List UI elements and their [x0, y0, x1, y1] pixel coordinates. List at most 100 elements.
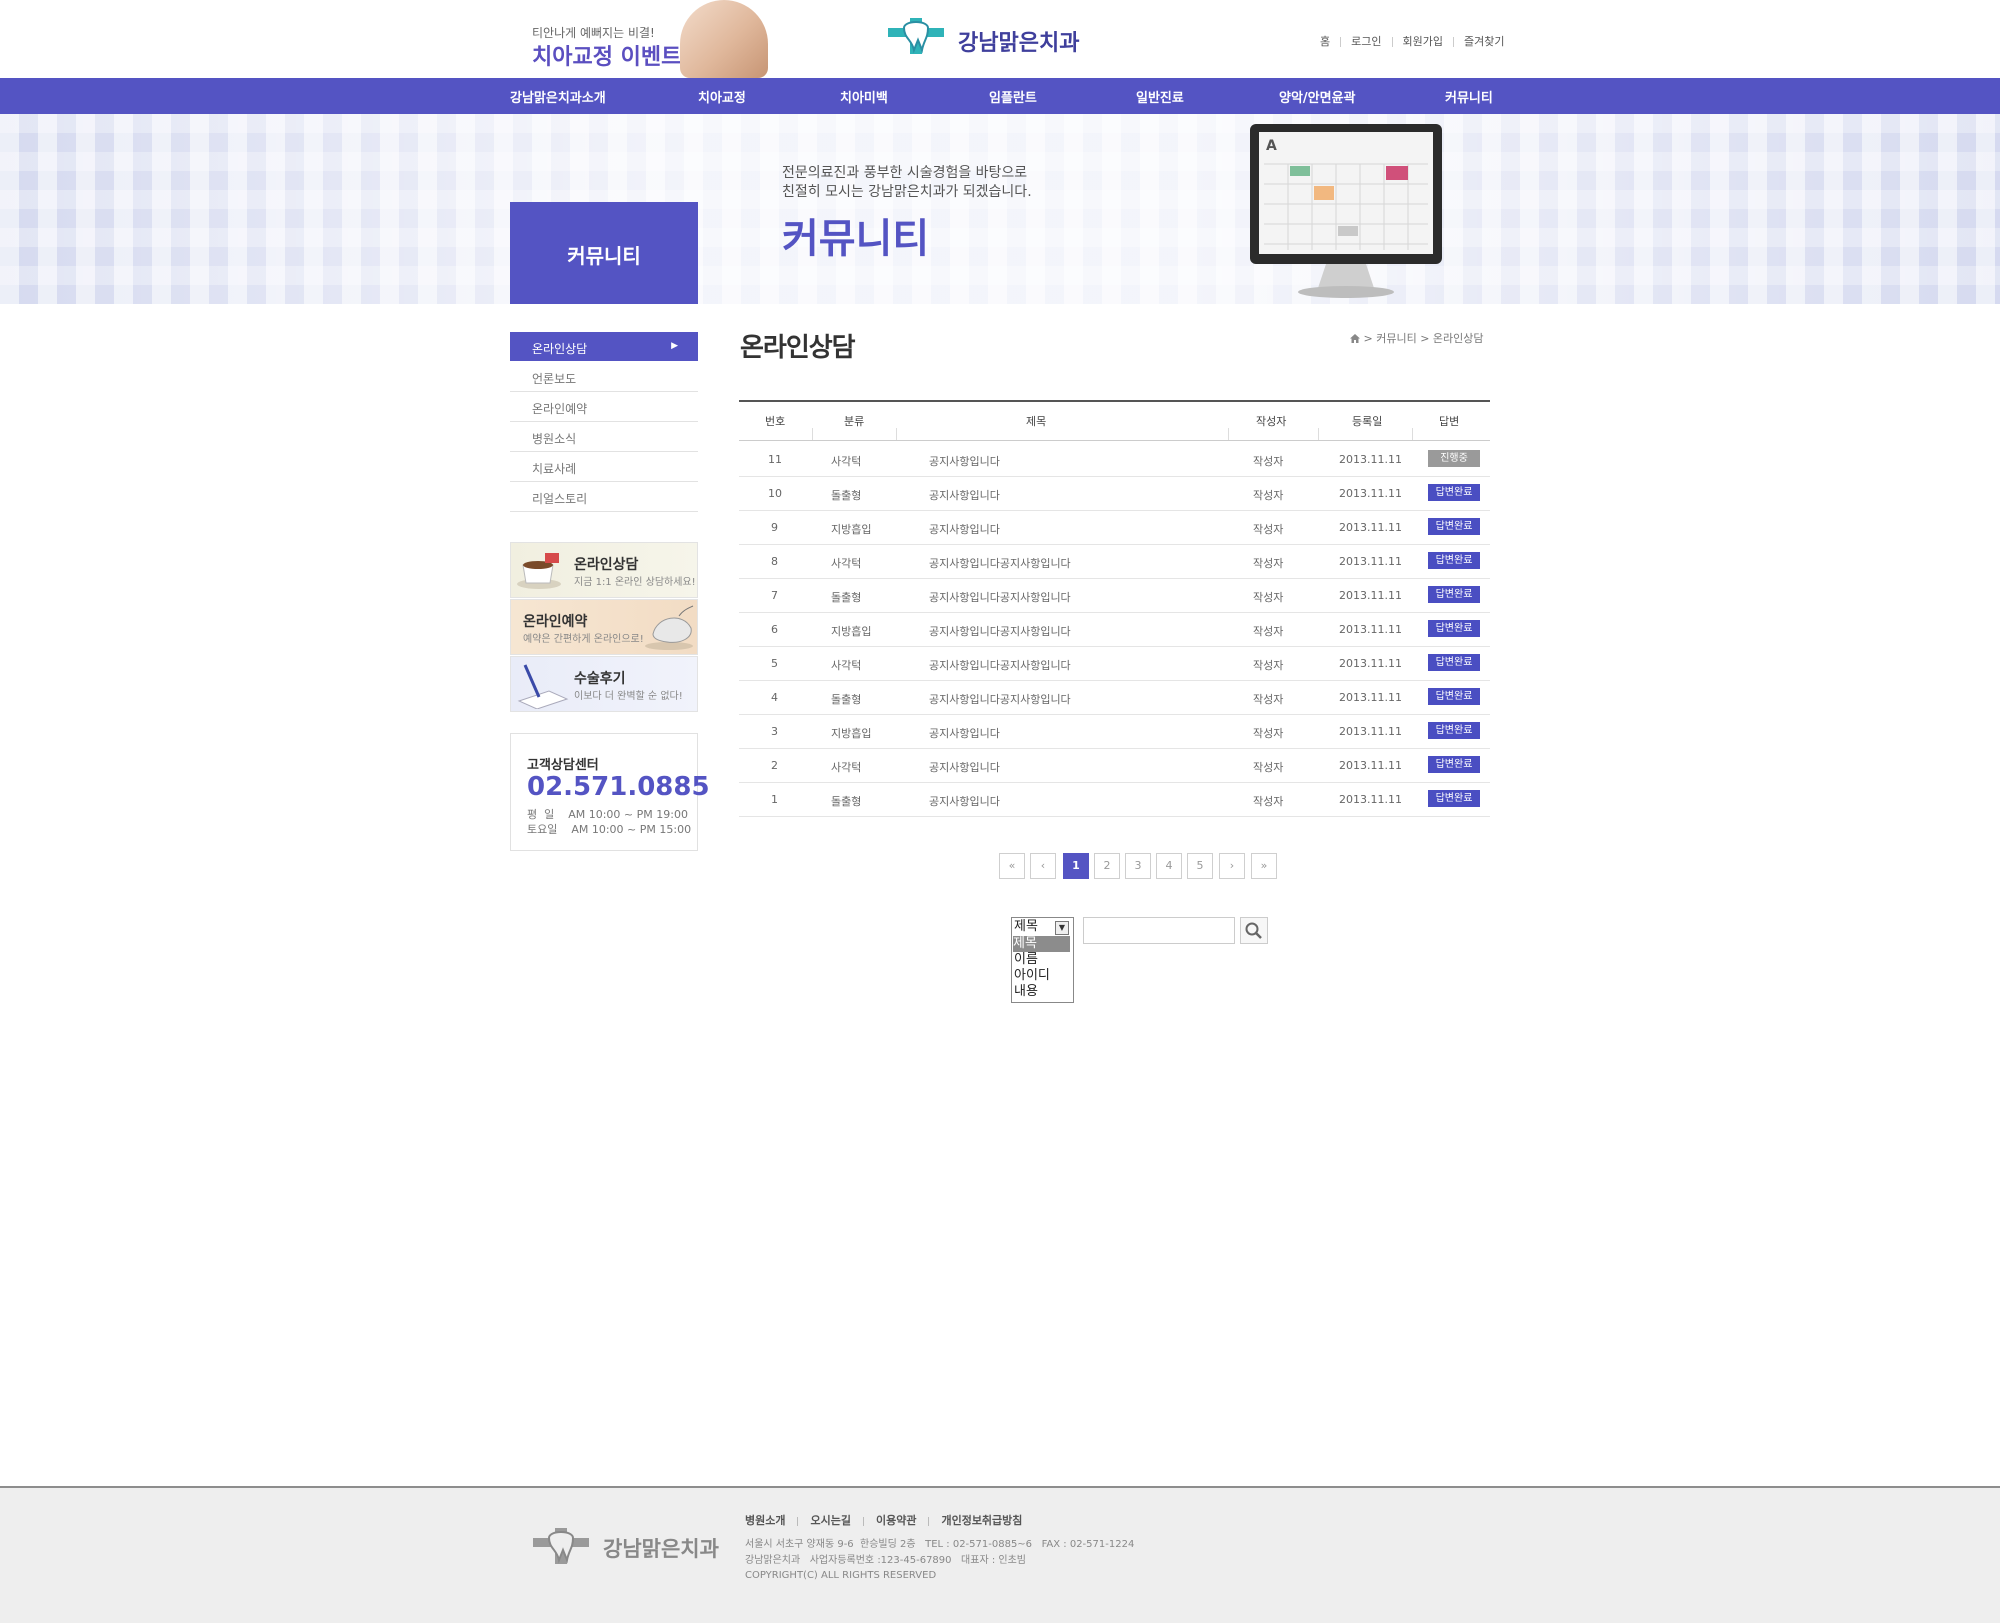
cell-title[interactable]: 공지사항입니다 [929, 725, 1000, 741]
cell-writer: 작성자 [1253, 455, 1284, 468]
util-join-link[interactable]: 회원가입 [1403, 35, 1443, 48]
search-option-content[interactable]: 내용 [1014, 984, 1038, 1000]
cell-title[interactable]: 공지사항입니다 [929, 453, 1000, 469]
page-button-3[interactable]: 3 [1125, 853, 1151, 879]
breadcrumb-path[interactable]: > 커뮤니티 > 온라인상담 [1364, 332, 1484, 345]
cell-category: 지방흡입 [831, 625, 872, 638]
table-row[interactable]: 2 사각턱 공지사항입니다 작성자 2013.11.11 답변완료 [739, 748, 1490, 783]
footer-link-terms[interactable]: 이용약관 [876, 1514, 916, 1527]
gnb-item-community[interactable]: 커뮤니티 [1445, 87, 1493, 106]
cell-category: 사각턱 [831, 761, 862, 774]
section-label: 커뮤니티 [567, 244, 641, 268]
table-row[interactable]: 10 돌출형 공지사항입니다 작성자 2013.11.11 답변완료 [739, 476, 1490, 511]
util-home-link[interactable]: 홈 [1320, 35, 1330, 48]
cell-writer: 작성자 [1253, 625, 1284, 638]
cell-title[interactable]: 공지사항입니다 [929, 759, 1000, 775]
search-option-id[interactable]: 아이디 [1014, 968, 1050, 984]
header-bottom-border [739, 440, 1490, 441]
cell-title[interactable]: 공지사항입니다 [929, 487, 1000, 503]
table-row[interactable]: 4 돌출형 공지사항입니다공지사항입니다 작성자 2013.11.11 답변완료 [739, 680, 1490, 715]
svg-text:A: A [1266, 138, 1277, 154]
promo-banner[interactable]: 티안나게 예뻐지는 비결! 치아교정 이벤트 [532, 0, 768, 78]
gnb-item-implant[interactable]: 임플란트 [989, 87, 1037, 106]
quick-banner-online-reservation[interactable]: 온라인예약 예약은 간편하게 온라인으로! [510, 599, 698, 655]
page-button-5[interactable]: 5 [1187, 853, 1213, 879]
answer-status-badge: 답변완료 [1428, 654, 1480, 671]
customer-center-title: 고객상담센터 [527, 758, 599, 773]
gnb-item-intro[interactable]: 강남맑은치과소개 [510, 87, 606, 106]
cell-title[interactable]: 공지사항입니다공지사항입니다 [929, 657, 1071, 673]
page-button-1[interactable]: 1 [1063, 853, 1089, 879]
coffee-cup-icon [517, 553, 561, 589]
search-option-title[interactable]: 제목 [1013, 936, 1070, 952]
gnb-item-jaw-surgery[interactable]: 양악/안면윤곽 [1279, 87, 1356, 106]
site-logo[interactable]: 강남맑은치과 [880, 14, 1080, 58]
cell-title[interactable]: 공지사항입니다공지사항입니다 [929, 691, 1071, 707]
answer-status-badge: 답변완료 [1428, 722, 1480, 739]
gnb-item-general[interactable]: 일반진료 [1136, 87, 1184, 106]
table-row[interactable]: 3 지방흡입 공지사항입니다 작성자 2013.11.11 답변완료 [739, 714, 1490, 749]
cell-title[interactable]: 공지사항입니다공지사항입니다 [929, 623, 1071, 639]
home-icon[interactable] [1350, 334, 1360, 343]
footer-link-directions[interactable]: 오시는길 [810, 1514, 850, 1527]
lnb-item-cases[interactable]: 치료사례 [510, 452, 698, 482]
page-first-button[interactable]: « [999, 853, 1025, 879]
page-next-button[interactable]: › [1219, 853, 1245, 879]
answer-status-badge: 답변완료 [1428, 586, 1480, 603]
table-row[interactable]: 5 사각턱 공지사항입니다공지사항입니다 작성자 2013.11.11 답변완료 [739, 646, 1490, 681]
answer-status-badge: 답변완료 [1428, 688, 1480, 705]
cell-date: 2013.11.11 [1339, 453, 1402, 466]
cell-category: 지방흡입 [831, 523, 872, 536]
lnb-item-real-story[interactable]: 리얼스토리 [510, 482, 698, 512]
util-login-link[interactable]: 로그인 [1351, 35, 1381, 48]
gnb-item-whitening[interactable]: 치아미백 [840, 87, 888, 106]
cell-number: 1 [771, 793, 778, 806]
lnb-item-label: 언론보도 [532, 372, 577, 386]
cell-date: 2013.11.11 [1339, 657, 1402, 670]
chevron-down-icon[interactable]: ▼ [1055, 921, 1069, 935]
search-input[interactable] [1083, 917, 1235, 944]
sub-visual-banner: 커뮤니티 전문의료진과 풍부한 시술경험을 바탕으로 친절히 모시는 강남맑은치… [0, 114, 2000, 304]
cell-category: 사각턱 [831, 557, 862, 570]
cell-title[interactable]: 공지사항입니다공지사항입니다 [929, 589, 1071, 605]
footer-link-privacy[interactable]: 개인정보취급방침 [941, 1514, 1022, 1527]
footer-links: 병원소개 오시는길 이용약관 개인정보취급방침 [745, 1512, 1022, 1528]
cell-title[interactable]: 공지사항입니다공지사항입니다 [929, 555, 1071, 571]
table-row[interactable]: 1 돌출형 공지사항입니다 작성자 2013.11.11 답변완료 [739, 782, 1490, 817]
lnb-item-label: 리얼스토리 [532, 492, 588, 506]
page-last-button[interactable]: » [1251, 853, 1277, 879]
computer-mouse-icon [645, 605, 694, 650]
cell-title[interactable]: 공지사항입니다 [929, 521, 1000, 537]
cell-title[interactable]: 공지사항입니다 [929, 793, 1000, 809]
table-row[interactable]: 6 지방흡입 공지사항입니다공지사항입니다 작성자 2013.11.11 답변완료 [739, 612, 1490, 647]
breadcrumb: > 커뮤니티 > 온라인상담 [1350, 330, 1484, 346]
promo-title: 치아교정 이벤트 [532, 45, 682, 70]
util-bookmark-link[interactable]: 즐겨찾기 [1464, 35, 1504, 48]
search-select-value: 제목 [1014, 919, 1038, 934]
page-title: 온라인상담 [740, 333, 856, 363]
gnb-item-orthodontics[interactable]: 치아교정 [698, 87, 746, 106]
cell-category: 지방흡입 [831, 727, 872, 740]
lnb-item-online-reservation[interactable]: 온라인예약 [510, 392, 698, 422]
cell-number: 4 [771, 691, 778, 704]
answer-status-badge: 답변완료 [1428, 518, 1480, 535]
footer-link-about[interactable]: 병원소개 [745, 1514, 785, 1527]
quick-title: 온라인상담 [574, 557, 639, 573]
lnb-item-press[interactable]: 언론보도 [510, 362, 698, 392]
page-button-4[interactable]: 4 [1156, 853, 1182, 879]
cell-writer: 작성자 [1253, 761, 1284, 774]
table-row[interactable]: 7 돌출형 공지사항입니다공지사항입니다 작성자 2013.11.11 답변완료 [739, 578, 1490, 613]
search-button[interactable] [1240, 917, 1268, 944]
table-row[interactable]: 8 사각턱 공지사항입니다공지사항입니다 작성자 2013.11.11 답변완료 [739, 544, 1490, 579]
lnb-item-online-consult[interactable]: 온라인상담 ▶ [510, 332, 698, 361]
table-row[interactable]: 11 사각턱 공지사항입니다 작성자 2013.11.11 진행중 [739, 442, 1490, 477]
table-row[interactable]: 9 지방흡입 공지사항입니다 작성자 2013.11.11 답변완료 [739, 510, 1490, 545]
cell-writer: 작성자 [1253, 693, 1284, 706]
lnb-item-news[interactable]: 병원소식 [510, 422, 698, 452]
quick-banner-reviews[interactable]: 수술후기 이보다 더 완벽할 순 없다! [510, 656, 698, 712]
cell-number: 3 [771, 725, 778, 738]
page-prev-button[interactable]: ‹ [1030, 853, 1056, 879]
page-button-2[interactable]: 2 [1094, 853, 1120, 879]
search-option-name[interactable]: 이름 [1014, 952, 1038, 968]
quick-banner-online-consult[interactable]: 온라인상담 지금 1:1 온라인 상담하세요! [510, 542, 698, 598]
